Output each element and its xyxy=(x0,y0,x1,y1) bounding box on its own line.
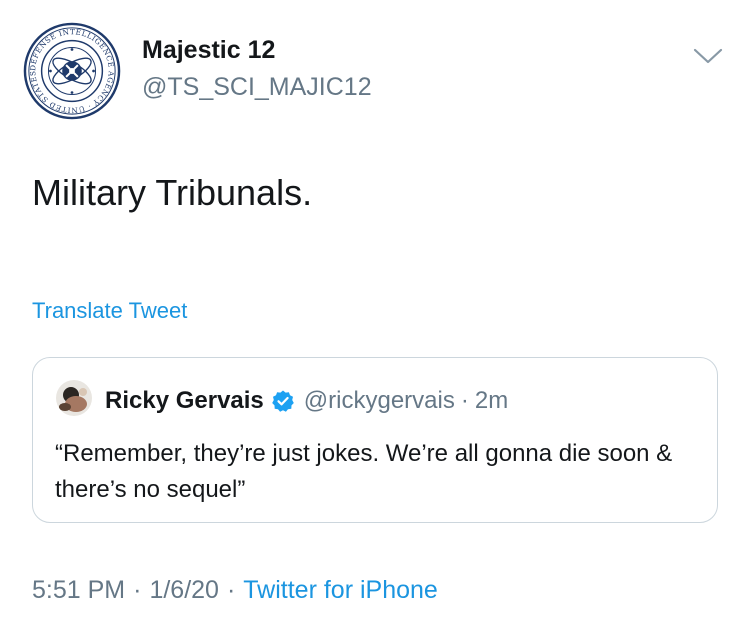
tweet-metadata: 5:51 PM · 1/6/20 · Twitter for iPhone xyxy=(32,576,438,605)
quoted-author-avatar xyxy=(56,380,92,416)
tweet-source-link[interactable]: Twitter for iPhone xyxy=(243,576,438,605)
quoted-tweet-time: 2m xyxy=(474,387,509,414)
tweet-date[interactable]: 1/6/20 xyxy=(149,576,219,605)
verified-badge-icon xyxy=(271,389,295,413)
author-name[interactable]: Majestic 12 xyxy=(142,36,275,65)
author-avatar[interactable]: DEFENSE INTELLIGENCE AGENCY · UNITED STA… xyxy=(23,22,121,120)
author-handle[interactable]: @TS_SCI_MAJIC12 xyxy=(142,73,372,102)
tweet-text: Military Tribunals. xyxy=(32,172,313,213)
dot-separator: · xyxy=(133,576,142,604)
dot-separator: · xyxy=(226,576,236,604)
tweet-time[interactable]: 5:51 PM xyxy=(32,576,125,605)
dot-separator: · xyxy=(460,387,469,414)
chevron-down-icon[interactable] xyxy=(692,44,724,68)
translate-tweet-link[interactable]: Translate Tweet xyxy=(32,298,187,324)
dia-seal-logo: DEFENSE INTELLIGENCE AGENCY · UNITED STA… xyxy=(23,22,121,120)
quoted-author-name: Ricky Gervais xyxy=(105,387,264,414)
quoted-author-handle: @rickygervais xyxy=(303,387,455,414)
tweet-detail: DEFENSE INTELLIGENCE AGENCY · UNITED STA… xyxy=(0,0,750,631)
quoted-tweet-text: “Remember, they’re just jokes. We’re all… xyxy=(55,440,673,503)
quoted-tweet-card[interactable]: Ricky Gervais @rickygervais · 2m “Rememb… xyxy=(32,357,718,523)
quoted-tweet-header: Ricky Gervais @rickygervais · 2m xyxy=(105,385,508,417)
